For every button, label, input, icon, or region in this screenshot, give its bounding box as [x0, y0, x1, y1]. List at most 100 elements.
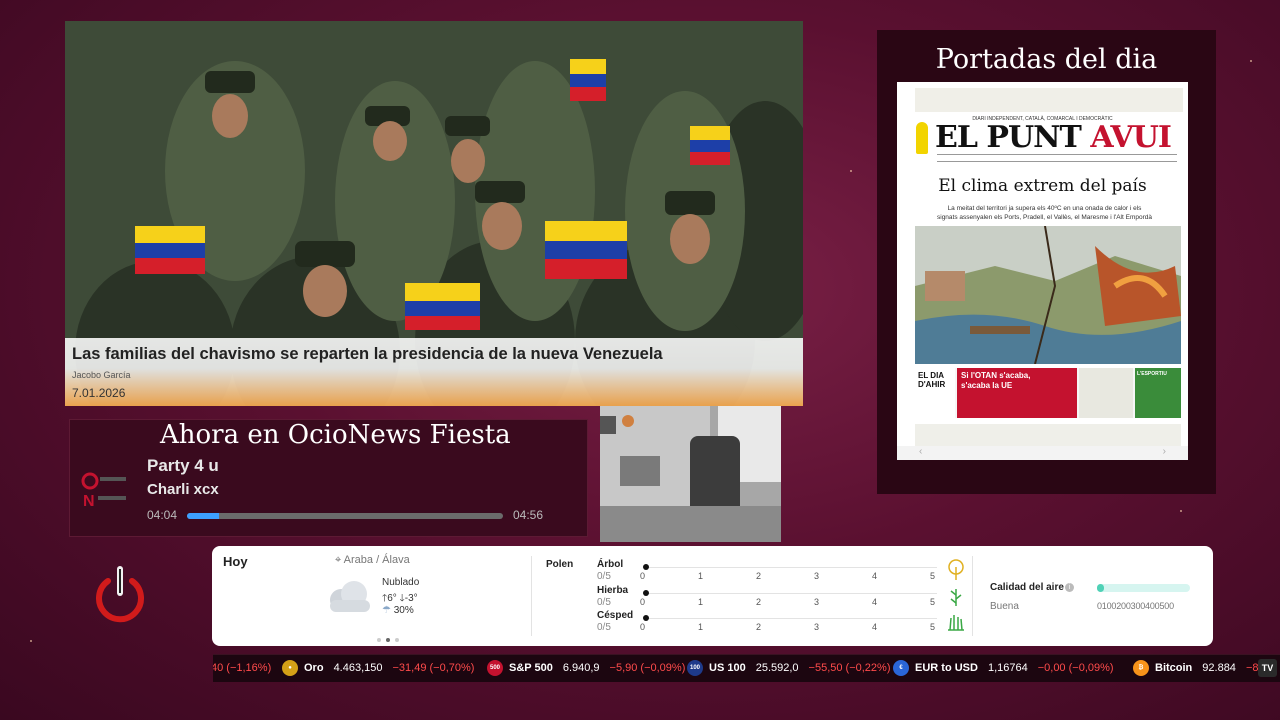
weather-today-label: Hoy: [223, 554, 248, 569]
gold-icon: ●: [282, 660, 298, 677]
pollen-level-dot: [643, 590, 649, 596]
market-ticker: 40 (−1,16%) ● Oro 4.463,150 −31,49 (−0,70%)…: [213, 654, 1280, 682]
pollen-track: [645, 567, 937, 568]
ticker-price: 6.940,9: [562, 662, 600, 674]
elapsed-time: 04:04: [147, 508, 178, 522]
pollen-row: Césped 0/5 012345: [597, 610, 964, 634]
bitcoin-icon: ₿: [1133, 660, 1149, 677]
ticker-price: 92.884: [1202, 662, 1236, 674]
grass-icon: [948, 615, 964, 631]
herb-icon: [950, 589, 962, 606]
total-duration: 04:56: [513, 508, 544, 522]
weather-pager-dots[interactable]: [377, 629, 404, 647]
ticker-item[interactable]: 40 (−1,16%): [213, 655, 271, 682]
paper-sub-headline: Si l'OTAN s'acaba, s'acaba la UE: [961, 371, 1031, 390]
now-playing-panel: Ahora en OcioNews Fiesta N Party 4 u Cha…: [69, 419, 588, 537]
ticker-change: −55,50 (−0,22%): [808, 662, 891, 674]
power-icon[interactable]: [94, 565, 146, 623]
pollen-scale: 012345: [640, 571, 936, 581]
weather-divider: [531, 556, 532, 636]
ticker-item[interactable]: ● Oro 4.463,150 −31,49 (−0,70%): [282, 655, 474, 682]
pollen-scale: 012345: [640, 597, 936, 607]
air-quality-value: Buena: [990, 601, 1019, 612]
pollen-level-dot: [643, 615, 649, 621]
us100-icon: 100: [687, 660, 703, 677]
paper-pager: ‹ ›: [897, 446, 1188, 460]
pollen-row: Hierba 0/5 012345: [597, 585, 962, 609]
front-pages-title: Portadas del dia: [935, 44, 1158, 75]
pollen-value: 0/5: [597, 597, 611, 608]
pollen-label: Polen: [546, 559, 574, 570]
ticker-name: EUR to USD: [915, 662, 978, 674]
song-artist: Charli xcx: [147, 481, 219, 498]
air-quality-fill: [1097, 584, 1104, 592]
ticker-change: −5,90 (−0,09%): [609, 662, 686, 674]
ticker-price: 25.592,0: [755, 662, 799, 674]
ticker-price: 1,16764: [987, 662, 1028, 674]
eurusd-icon: €: [893, 660, 909, 677]
weather-divider: [972, 556, 973, 636]
pollen-value: 0/5: [597, 571, 611, 582]
station-logo: N: [81, 472, 126, 510]
weather-rain: ☂ 30%: [382, 605, 414, 616]
pollen-name: Césped: [597, 610, 634, 621]
paper-footer-strip: [915, 424, 1181, 446]
weather-condition: Nublado: [382, 577, 420, 588]
pollen-level-dot: [643, 564, 649, 570]
ticker-change: −31,49 (−0,70%): [392, 662, 475, 674]
location-pin-icon: ⌖: [335, 554, 342, 566]
song-title: Party 4 u: [147, 456, 219, 475]
ticker-name: Oro: [304, 662, 324, 674]
ticker-name: US 100: [709, 662, 746, 674]
ticker-change: −0,00 (−0,09%): [1037, 662, 1114, 674]
sp500-icon: 500: [487, 660, 503, 677]
ticker-price: 4.463,150: [333, 662, 383, 674]
playback-progress-bar[interactable]: [187, 513, 503, 519]
cloud-icon: [330, 581, 370, 612]
umbrella-icon: ☂: [382, 605, 391, 616]
paper-bottom-section: EL DIA D'AHIR Si l'OTAN s'acaba, s'acaba…: [915, 368, 1181, 418]
temp-low: -3°: [404, 593, 418, 604]
hero-news-card[interactable]: Las familias del chavismo se reparten la…: [65, 21, 803, 406]
info-icon[interactable]: i: [1065, 583, 1074, 592]
paper-illustration: [915, 226, 1181, 364]
paper-headline: El clima extrem del país: [938, 176, 1147, 196]
paper-section-label: EL DIA D'AHIR: [918, 371, 946, 389]
ticker-item[interactable]: 500 S&P 500 6.940,9 −5,90 (−0,09%): [487, 655, 685, 682]
tradingview-logo[interactable]: TV: [1258, 659, 1277, 677]
weather-widget: Hoy ⌖ Araba / Álava Nublado 🡑6° 🡓-3° ☂ 3…: [212, 546, 1213, 646]
ticker-item[interactable]: 100 US 100 25.592,0 −55,50 (−0,22%): [687, 655, 890, 682]
hero-date: 7.01.2026: [72, 386, 126, 400]
now-playing-title: Ahora en OcioNews Fiesta: [160, 420, 511, 450]
masthead-part2: AVUI: [1090, 120, 1172, 155]
ticker-item[interactable]: ₿Bitcoin92.884−828: [1133, 655, 1271, 682]
hero-headline[interactable]: Las familias del chavismo se reparten la…: [72, 345, 663, 364]
air-quality-scale: 0100200300400500: [1097, 601, 1174, 611]
weather-location-text: Araba / Álava: [343, 554, 410, 566]
air-quality-label: Calidad del aire: [990, 582, 1064, 593]
weather-location[interactable]: ⌖ Araba / Álava: [335, 554, 410, 567]
rain-probability: 30%: [393, 605, 414, 616]
hero-author: Jacobo García: [72, 370, 131, 380]
paper-lede: La meitat del territori ja supera els 40…: [937, 205, 1152, 221]
svg-text:N: N: [83, 493, 95, 510]
ticker-name: Bitcoin: [1155, 662, 1193, 674]
tree-icon: [948, 559, 964, 580]
ticker-item[interactable]: € EUR to USD 1,16764 −0,00 (−0,09%): [893, 655, 1114, 682]
temp-high: 6°: [387, 593, 397, 604]
newspaper-front-page[interactable]: DIARI INDEPENDENT, CATALÀ, COMARCAL I DE…: [897, 82, 1188, 460]
pollen-track: [645, 618, 937, 619]
ticker-change: 40 (−1,16%): [213, 662, 272, 674]
paper-dateline: [937, 154, 1177, 162]
front-pages-panel: Portadas del dia DIARI INDEPENDENT, CATA…: [877, 30, 1216, 494]
pollen-row: Árbol 0/5 012345: [597, 559, 964, 583]
pollen-track: [645, 593, 937, 594]
air-quality-bar: [1097, 584, 1190, 592]
pollen-scale: 012345: [640, 622, 936, 632]
chevron-right-icon[interactable]: ›: [1163, 446, 1166, 457]
webcam-feed: [600, 406, 781, 542]
pollen-name: Árbol: [597, 559, 624, 570]
chevron-left-icon[interactable]: ‹: [919, 446, 922, 457]
yellow-ribbon-icon: [916, 122, 928, 154]
progress-fill: [187, 513, 219, 519]
